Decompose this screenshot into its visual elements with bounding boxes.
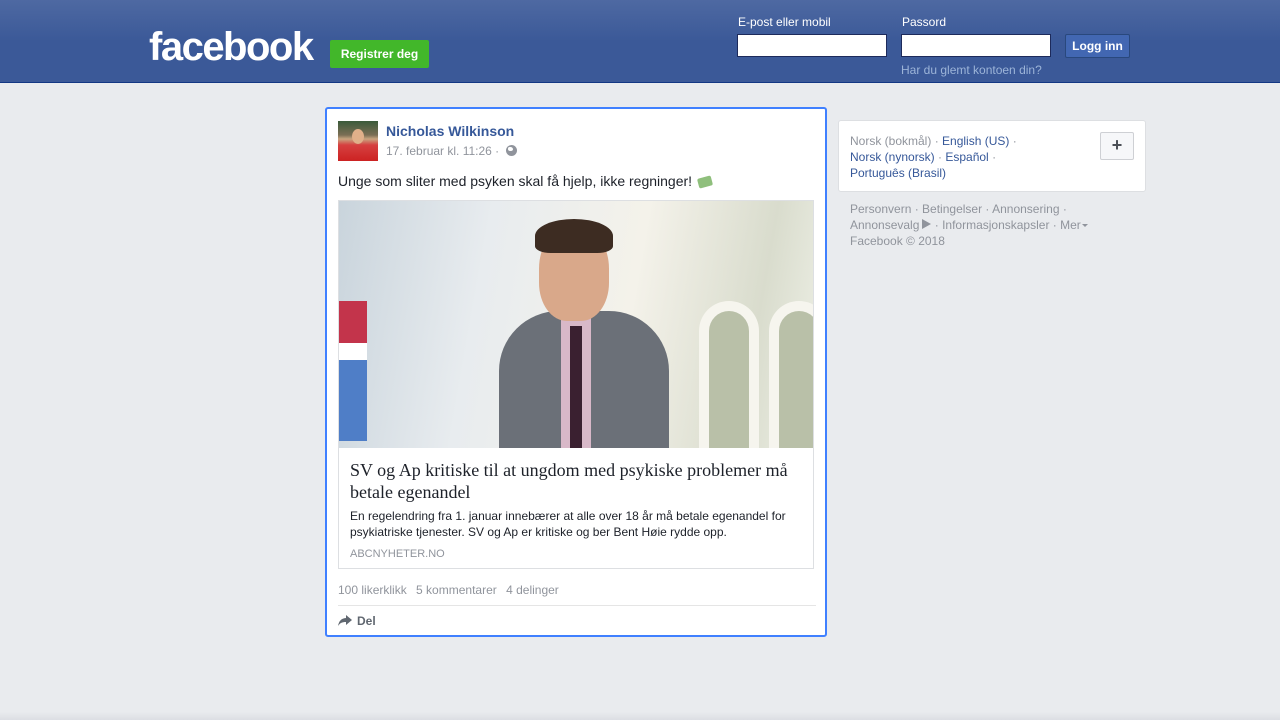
footer-advertising-link[interactable]: Annonsering: [992, 202, 1059, 216]
likes-count[interactable]: 100 likerklikk: [338, 583, 407, 597]
language-norsk-nynorsk[interactable]: Norsk (nynorsk): [850, 150, 935, 164]
add-language-button[interactable]: +: [1100, 132, 1134, 160]
timestamp-text[interactable]: 17. februar kl. 11:26 ·: [386, 144, 499, 158]
more-label[interactable]: Mer: [1060, 218, 1081, 232]
post-timestamp[interactable]: 17. februar kl. 11:26 ·: [386, 144, 517, 158]
footer-privacy-link[interactable]: Personvern: [850, 202, 911, 216]
forgot-account-link[interactable]: Har du glemt kontoen din?: [901, 63, 1042, 77]
language-english-us[interactable]: English (US): [942, 134, 1009, 148]
share-label: Del: [357, 614, 376, 628]
password-label: Passord: [902, 15, 947, 29]
language-portugues-brasil[interactable]: Português (Brasil): [850, 166, 946, 180]
share-button[interactable]: Del: [338, 614, 376, 632]
caret-down-icon: [1081, 224, 1088, 227]
adchoices-icon: [922, 219, 932, 229]
share-arrow-icon: [338, 615, 352, 626]
comments-count[interactable]: 5 kommentarer: [416, 583, 497, 597]
bottom-bar: [0, 712, 1280, 720]
language-list: Norsk (bokmål) · English (US) · Norsk (n…: [850, 134, 1017, 180]
post-card: Nicholas Wilkinson 17. februar kl. 11:26…: [325, 107, 827, 637]
register-button[interactable]: Registrer deg: [330, 40, 429, 68]
facebook-logo[interactable]: facebook: [149, 24, 314, 70]
globe-icon: [505, 145, 517, 156]
footer-cookies-link[interactable]: Informasjonskapsler: [942, 218, 1049, 232]
language-box: Norsk (bokmål) · English (US) · Norsk (n…: [838, 120, 1146, 192]
money-emoji-icon: [697, 175, 714, 189]
post-text: Unge som sliter med psyken skal få hjelp…: [338, 173, 714, 189]
top-bar: facebook Registrer deg E-post eller mobi…: [0, 0, 1280, 83]
link-domain: ABCNYHETER.NO: [350, 548, 445, 560]
copyright-text: Facebook © 2018: [850, 234, 945, 248]
language-current: Norsk (bokmål): [850, 134, 932, 148]
footer-terms-link[interactable]: Betingelser: [922, 202, 982, 216]
footer-links: Personvern · Betingelser · Annonsering ·…: [850, 201, 1140, 249]
link-description: En regelendring fra 1. januar innebærer …: [350, 509, 786, 539]
post-stats: 100 likerklikk 5 kommentarer 4 delinger: [338, 583, 565, 597]
divider: [338, 605, 816, 606]
link-title[interactable]: SV og Ap kritiske til at ungdom med psyk…: [350, 459, 800, 503]
link-preview[interactable]: SV og Ap kritiske til at ungdom med psyk…: [338, 200, 814, 569]
footer-adchoices-link[interactable]: Annonsevalg: [850, 218, 932, 232]
email-input[interactable]: [737, 34, 887, 57]
language-espanol[interactable]: Español: [945, 150, 988, 164]
link-preview-image[interactable]: [339, 201, 813, 448]
login-button[interactable]: Logg inn: [1065, 34, 1130, 58]
author-avatar[interactable]: [338, 121, 378, 161]
email-label: E-post eller mobil: [738, 15, 831, 29]
author-name[interactable]: Nicholas Wilkinson: [386, 123, 514, 139]
footer-more-link[interactable]: Mer: [1060, 218, 1088, 232]
post-text-content: Unge som sliter med psyken skal få hjelp…: [338, 173, 693, 189]
shares-count[interactable]: 4 delinger: [506, 583, 559, 597]
adchoices-label[interactable]: Annonsevalg: [850, 218, 919, 232]
password-input[interactable]: [901, 34, 1051, 57]
